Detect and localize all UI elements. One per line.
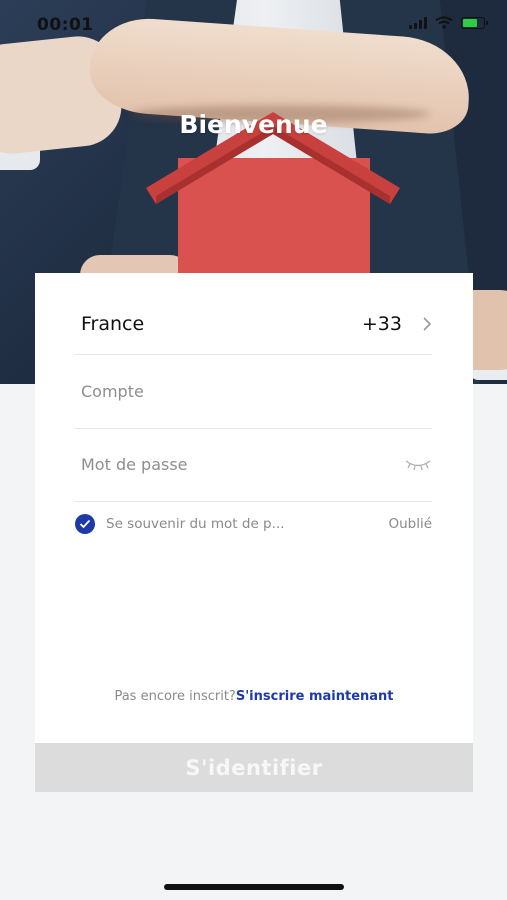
remember-label[interactable]: Se souvenir du mot de p...	[106, 516, 388, 532]
eye-closed-icon[interactable]	[392, 458, 432, 472]
account-input[interactable]	[81, 376, 432, 407]
country-code: +33	[361, 312, 402, 335]
forgot-password-link[interactable]: Oublié	[388, 516, 432, 532]
password-row	[75, 428, 432, 502]
chevron-right-icon	[402, 316, 432, 332]
country-selector[interactable]: France +33	[75, 293, 432, 355]
account-row	[75, 355, 432, 429]
register-prompt-text: Pas encore inscrit?	[114, 689, 236, 704]
wifi-icon	[435, 16, 453, 29]
register-link[interactable]: S'inscrire maintenant	[236, 689, 394, 704]
login-button[interactable]: S'identifier	[35, 743, 473, 792]
status-time: 00:01	[37, 15, 94, 35]
country-name: France	[81, 312, 145, 335]
page-title: Bienvenue	[179, 110, 328, 139]
signal-icon	[409, 16, 427, 29]
checkmark-icon	[79, 519, 91, 529]
register-prompt: Pas encore inscrit?S'inscrire maintenant	[35, 689, 473, 704]
remember-checkbox[interactable]	[75, 514, 95, 534]
password-input[interactable]	[81, 449, 392, 480]
status-icons	[409, 16, 488, 29]
status-bar: 00:01	[0, 0, 507, 50]
battery-charging-icon	[461, 16, 488, 29]
login-card: France +33 Se souvenir du	[35, 273, 473, 743]
home-indicator[interactable]	[164, 884, 344, 890]
remember-password: Se souvenir du mot de p... Oublié	[75, 513, 432, 535]
